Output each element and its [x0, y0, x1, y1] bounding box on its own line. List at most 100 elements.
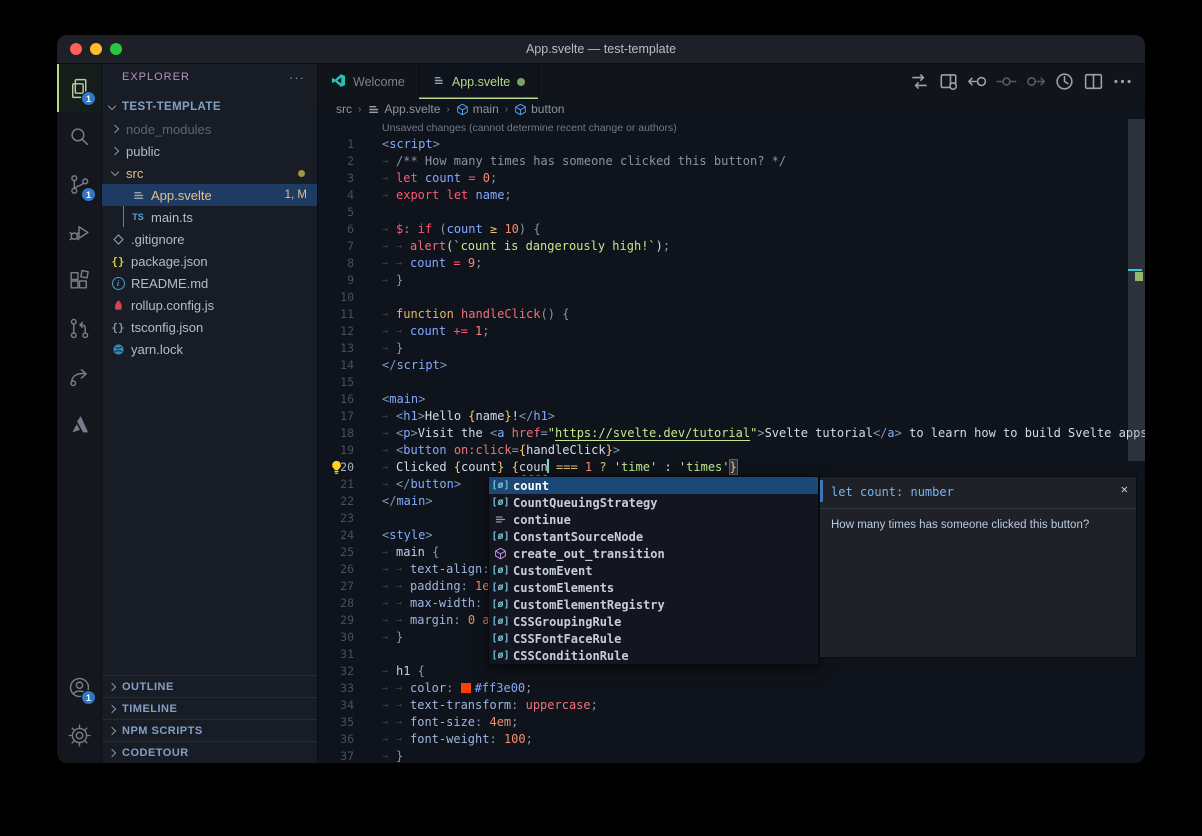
- project-root-row[interactable]: TEST-TEMPLATE: [102, 96, 317, 118]
- suggest-item-cssgroupingrule[interactable]: [ø]CSSGroupingRule: [489, 613, 818, 630]
- code-line-4[interactable]: 4→export let name;: [318, 187, 1145, 204]
- tree-item-tsconfig-json[interactable]: {}tsconfig.json: [102, 316, 317, 338]
- section-npm-scripts[interactable]: NPM SCRIPTS: [102, 719, 317, 741]
- code-line-7[interactable]: 7→→alert(`count is dangerously high!`);: [318, 238, 1145, 255]
- file-label: rollup.config.js: [131, 298, 214, 313]
- activity-run-debug[interactable]: [57, 208, 101, 256]
- chevron-right-icon: [108, 726, 116, 734]
- section-codetour[interactable]: CODETOUR: [102, 741, 317, 763]
- line-content: →}: [354, 340, 403, 357]
- line-number: 7: [318, 238, 354, 255]
- section-timeline[interactable]: TIMELINE: [102, 697, 317, 719]
- code-line-15[interactable]: 15: [318, 374, 1145, 391]
- tree-item--gitignore[interactable]: .gitignore: [102, 228, 317, 250]
- code-line-6[interactable]: 6→$: if (count ≥ 10) {: [318, 221, 1145, 238]
- minimize-window-button[interactable]: [90, 43, 102, 55]
- breadcrumb-item-main[interactable]: main: [456, 102, 499, 116]
- tab-welcome[interactable]: Welcome: [318, 64, 419, 99]
- window-title: App.svelte — test-template: [526, 42, 676, 56]
- suggest-item-count[interactable]: [ø]count: [489, 477, 818, 494]
- suggest-item-countqueuingstrategy[interactable]: [ø]CountQueuingStrategy: [489, 494, 818, 511]
- tree-item-public[interactable]: public: [102, 140, 317, 162]
- tree-item-src[interactable]: src: [102, 162, 317, 184]
- zoom-window-button[interactable]: [110, 43, 122, 55]
- breadcrumb-item-src[interactable]: src: [336, 102, 352, 116]
- activity-source-control[interactable]: 1: [57, 160, 101, 208]
- tree-item-readme-md[interactable]: iREADME.md: [102, 272, 317, 294]
- previous-change-icon[interactable]: [996, 71, 1017, 92]
- timeline-icon[interactable]: [1054, 71, 1075, 92]
- suggest-item-continue[interactable]: continue: [489, 511, 818, 528]
- line-content: →main {: [354, 544, 439, 561]
- activity-account[interactable]: 1: [57, 663, 101, 711]
- activity-explorer[interactable]: 1: [57, 64, 101, 112]
- activity-search[interactable]: [57, 112, 101, 160]
- yarn-icon: [110, 341, 126, 357]
- activity-azure[interactable]: [57, 400, 101, 448]
- tree-item-node-modules[interactable]: node_modules: [102, 118, 317, 140]
- close-window-button[interactable]: [70, 43, 82, 55]
- suggest-item-cssconditionrule[interactable]: [ø]CSSConditionRule: [489, 647, 818, 664]
- code-line-9[interactable]: 9→}: [318, 272, 1145, 289]
- code-line-3[interactable]: 3→let count = 0;: [318, 170, 1145, 187]
- line-content: →h1 {: [354, 663, 425, 680]
- code-line-37[interactable]: 37→}: [318, 748, 1145, 763]
- symbol-keyword-icon: [492, 513, 509, 526]
- codelens-annotation[interactable]: Unsaved changes (cannot determine recent…: [318, 121, 1145, 136]
- navigate-back-icon[interactable]: [967, 71, 988, 92]
- code-line-11[interactable]: 11→function handleClick() {: [318, 306, 1145, 323]
- tree-item-app-svelte[interactable]: App.svelte1, M: [102, 184, 317, 206]
- breadcrumb-item-app-svelte[interactable]: App.svelte: [367, 102, 440, 116]
- activity-settings[interactable]: [57, 711, 101, 759]
- code-line-18[interactable]: 18→<p>Visit the <a href="https://svelte.…: [318, 425, 1145, 442]
- more-actions-icon[interactable]: [1112, 71, 1133, 92]
- suggest-item-customelements[interactable]: [ø]customElements: [489, 579, 818, 596]
- activity-github-pull-request[interactable]: [57, 304, 101, 352]
- tree-item-main-ts[interactable]: TSmain.ts: [102, 206, 317, 228]
- suggest-item-cssfontfacerule[interactable]: [ø]CSSFontFaceRule: [489, 630, 818, 647]
- open-preview-side-icon[interactable]: [938, 71, 959, 92]
- symbol-variable-icon: [ø]: [492, 565, 509, 576]
- suggest-item-create_out_transition[interactable]: create_out_transition: [489, 545, 818, 562]
- explorer-more-actions-button[interactable]: ···: [289, 70, 305, 85]
- activity-bar: 1 1 1: [57, 64, 102, 763]
- code-line-8[interactable]: 8→→count = 9;: [318, 255, 1145, 272]
- tree-item-rollup-config-js[interactable]: rollup.config.js: [102, 294, 317, 316]
- suggest-item-customelementregistry[interactable]: [ø]CustomElementRegistry: [489, 596, 818, 613]
- code-line-35[interactable]: 35→→font-size: 4em;: [318, 714, 1145, 731]
- code-line-10[interactable]: 10: [318, 289, 1145, 306]
- split-editor-icon[interactable]: [1083, 71, 1104, 92]
- suggest-item-constantsourcenode[interactable]: [ø]ConstantSourceNode: [489, 528, 818, 545]
- activity-live-share[interactable]: [57, 352, 101, 400]
- code-line-32[interactable]: 32→h1 {: [318, 663, 1145, 680]
- code-line-2[interactable]: 2→/** How many times has someone clicked…: [318, 153, 1145, 170]
- code-line-20[interactable]: 20→Clicked {count} {coun === 1 ? 'time' …: [318, 459, 1145, 476]
- code-line-34[interactable]: 34→→text-transform: uppercase;: [318, 697, 1145, 714]
- code-line-14[interactable]: 14</script>: [318, 357, 1145, 374]
- line-content: →Clicked {count} {coun === 1 ? 'time' : …: [354, 459, 737, 476]
- code-line-5[interactable]: 5: [318, 204, 1145, 221]
- next-change-icon[interactable]: [1025, 71, 1046, 92]
- tab-app-svelte[interactable]: App.svelte: [419, 64, 539, 99]
- tree-item-yarn-lock[interactable]: yarn.lock: [102, 338, 317, 360]
- breadcrumb-item-button[interactable]: button: [514, 102, 564, 116]
- lightbulb-icon[interactable]: [330, 460, 343, 480]
- code-line-19[interactable]: 19→<button on:click={handleClick}>: [318, 442, 1145, 459]
- code-line-17[interactable]: 17→<h1>Hello {name}!</h1>: [318, 408, 1145, 425]
- tree-item-package-json[interactable]: {}package.json: [102, 250, 317, 272]
- close-icon[interactable]: ✕: [1121, 482, 1128, 496]
- code-line-13[interactable]: 13→}: [318, 340, 1145, 357]
- open-changes-icon[interactable]: [909, 71, 930, 92]
- code-line-12[interactable]: 12→→count += 1;: [318, 323, 1145, 340]
- line-content: →}: [354, 748, 403, 763]
- section-outline[interactable]: OUTLINE: [102, 675, 317, 697]
- code-line-33[interactable]: 33→→color: #ff3e00;: [318, 680, 1145, 697]
- code-line-16[interactable]: 16<main>: [318, 391, 1145, 408]
- code-line-1[interactable]: 1<script>: [318, 136, 1145, 153]
- line-number: 18: [318, 425, 354, 442]
- activity-extensions[interactable]: [57, 256, 101, 304]
- suggest-item-customevent[interactable]: [ø]CustomEvent: [489, 562, 818, 579]
- editor-scrollbar[interactable]: [1128, 119, 1145, 461]
- activity-badge: 1: [81, 690, 96, 705]
- code-line-36[interactable]: 36→→font-weight: 100;: [318, 731, 1145, 748]
